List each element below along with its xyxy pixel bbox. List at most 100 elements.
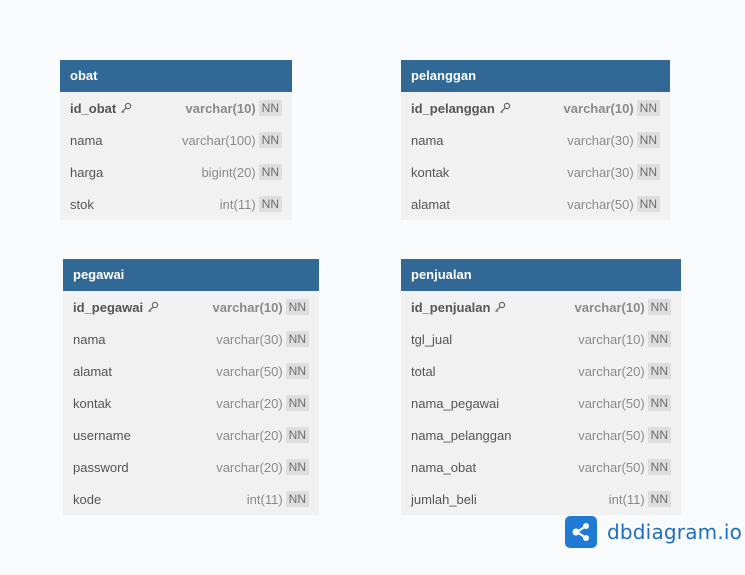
column-meta: varchar(100) NN xyxy=(182,132,282,148)
column-name-wrap: password xyxy=(73,460,129,475)
column-meta: int(11) NN xyxy=(247,491,309,507)
column-row[interactable]: username varchar(20) NN xyxy=(63,419,319,451)
column-row[interactable]: id_pelanggan varchar(10) NN xyxy=(401,92,670,124)
not-null-badge: NN xyxy=(285,363,309,379)
column-meta: varchar(30) NN xyxy=(216,331,309,347)
brand[interactable]: dbdiagram.io xyxy=(565,516,742,548)
column-name-wrap: nama_pelanggan xyxy=(411,428,511,443)
not-null-badge: NN xyxy=(636,164,660,180)
column-name: alamat xyxy=(411,196,451,212)
column-name: kode xyxy=(73,491,102,507)
column-row[interactable]: tgl_jual varchar(10) NN xyxy=(401,323,681,355)
column-row[interactable]: nama_pegawai varchar(50) NN xyxy=(401,387,681,419)
column-row[interactable]: stok int(11) NN xyxy=(60,188,292,220)
not-null-badge: NN xyxy=(285,459,309,475)
column-name: tgl_jual xyxy=(411,331,453,347)
column-row[interactable]: nama varchar(30) NN xyxy=(401,124,670,156)
column-meta: varchar(10) NN xyxy=(564,100,660,116)
column-type: varchar(50) xyxy=(578,427,645,443)
not-null-badge: NN xyxy=(636,132,660,148)
column-type: varchar(10) xyxy=(563,100,634,116)
not-null-badge: NN xyxy=(647,459,671,475)
column-name-wrap: tgl_jual xyxy=(411,332,452,347)
column-name-wrap: nama xyxy=(70,133,103,148)
column-row[interactable]: id_penjualan varchar(10) NN xyxy=(401,291,681,323)
column-name: nama_pegawai xyxy=(411,395,500,411)
column-name-wrap: jumlah_beli xyxy=(411,492,477,507)
column-row[interactable]: nama varchar(100) NN xyxy=(60,124,292,156)
column-row[interactable]: password varchar(20) NN xyxy=(63,451,319,483)
column-meta: varchar(10) NN xyxy=(575,299,671,315)
column-type: varchar(10) xyxy=(212,299,283,315)
column-type: int(11) xyxy=(246,491,283,507)
column-name: id_obat xyxy=(70,100,117,116)
column-row[interactable]: jumlah_beli int(11) NN xyxy=(401,483,681,515)
column-meta: varchar(50) NN xyxy=(578,395,671,411)
not-null-badge: NN xyxy=(647,491,671,507)
column-row[interactable]: kontak varchar(20) NN xyxy=(63,387,319,419)
column-row[interactable]: nama_obat varchar(50) NN xyxy=(401,451,681,483)
table-penjualan[interactable]: penjualan id_penjualan varchar(10) NN tgl_j… xyxy=(401,259,681,515)
column-name-wrap: nama xyxy=(411,133,444,148)
column-row[interactable]: alamat varchar(50) NN xyxy=(63,355,319,387)
table-header[interactable]: obat xyxy=(60,60,292,92)
table-pelanggan[interactable]: pelanggan id_pelanggan varchar(10) NN nama v… xyxy=(401,60,670,220)
not-null-badge: NN xyxy=(647,299,671,315)
column-meta: bigint(20) NN xyxy=(201,164,282,180)
column-type: varchar(50) xyxy=(567,196,634,212)
primary-key-icon xyxy=(120,102,132,114)
column-type: bigint(20) xyxy=(201,164,256,180)
table-obat[interactable]: obat id_obat varchar(10) NN nama varchar(100… xyxy=(60,60,292,220)
not-null-badge: NN xyxy=(636,100,660,116)
column-meta: varchar(20) NN xyxy=(578,363,671,379)
column-meta: varchar(20) NN xyxy=(216,459,309,475)
column-name-wrap: id_pelanggan xyxy=(411,101,511,116)
table-header[interactable]: pelanggan xyxy=(401,60,670,92)
column-row[interactable]: nama_pelanggan varchar(50) NN xyxy=(401,419,681,451)
column-meta: varchar(50) NN xyxy=(567,196,660,212)
column-name-wrap: nama_obat xyxy=(411,460,476,475)
column-meta: varchar(50) NN xyxy=(578,459,671,475)
column-type: varchar(10) xyxy=(578,331,645,347)
not-null-badge: NN xyxy=(285,331,309,347)
column-row[interactable]: id_pegawai varchar(10) NN xyxy=(63,291,319,323)
table-pegawai[interactable]: pegawai id_pegawai varchar(10) NN nama varch… xyxy=(63,259,319,515)
column-meta: varchar(10) NN xyxy=(186,100,282,116)
column-row[interactable]: id_obat varchar(10) NN xyxy=(60,92,292,124)
column-name-wrap: username xyxy=(73,428,131,443)
column-type: varchar(30) xyxy=(567,132,634,148)
column-row[interactable]: total varchar(20) NN xyxy=(401,355,681,387)
not-null-badge: NN xyxy=(647,363,671,379)
column-meta: int(11) NN xyxy=(609,491,671,507)
not-null-badge: NN xyxy=(258,164,282,180)
table-header[interactable]: penjualan xyxy=(401,259,681,291)
column-meta: varchar(20) NN xyxy=(216,395,309,411)
column-type: varchar(30) xyxy=(216,331,283,347)
column-row[interactable]: harga bigint(20) NN xyxy=(60,156,292,188)
column-row[interactable]: kode int(11) NN xyxy=(63,483,319,515)
column-name: total xyxy=(411,363,436,379)
column-row[interactable]: nama varchar(30) NN xyxy=(63,323,319,355)
table-header[interactable]: pegawai xyxy=(63,259,319,291)
column-name-wrap: id_obat xyxy=(70,101,132,116)
column-type: varchar(100) xyxy=(181,132,256,148)
not-null-badge: NN xyxy=(647,331,671,347)
not-null-badge: NN xyxy=(258,196,282,212)
column-name: kontak xyxy=(73,395,112,411)
column-name-wrap: id_pegawai xyxy=(73,300,159,315)
column-name: id_penjualan xyxy=(411,299,491,315)
column-name: alamat xyxy=(73,363,113,379)
column-name-wrap: nama_pegawai xyxy=(411,396,499,411)
column-meta: varchar(20) NN xyxy=(216,427,309,443)
column-row[interactable]: kontak varchar(30) NN xyxy=(401,156,670,188)
column-name-wrap: harga xyxy=(70,165,103,180)
column-name: jumlah_beli xyxy=(411,491,477,507)
column-type: int(11) xyxy=(608,491,645,507)
column-type: varchar(30) xyxy=(567,164,634,180)
column-type: varchar(20) xyxy=(216,459,283,475)
primary-key-icon xyxy=(494,301,506,313)
column-name-wrap: kontak xyxy=(411,165,449,180)
column-row[interactable]: alamat varchar(50) NN xyxy=(401,188,670,220)
column-meta: varchar(10) NN xyxy=(213,299,309,315)
column-type: varchar(50) xyxy=(578,395,645,411)
